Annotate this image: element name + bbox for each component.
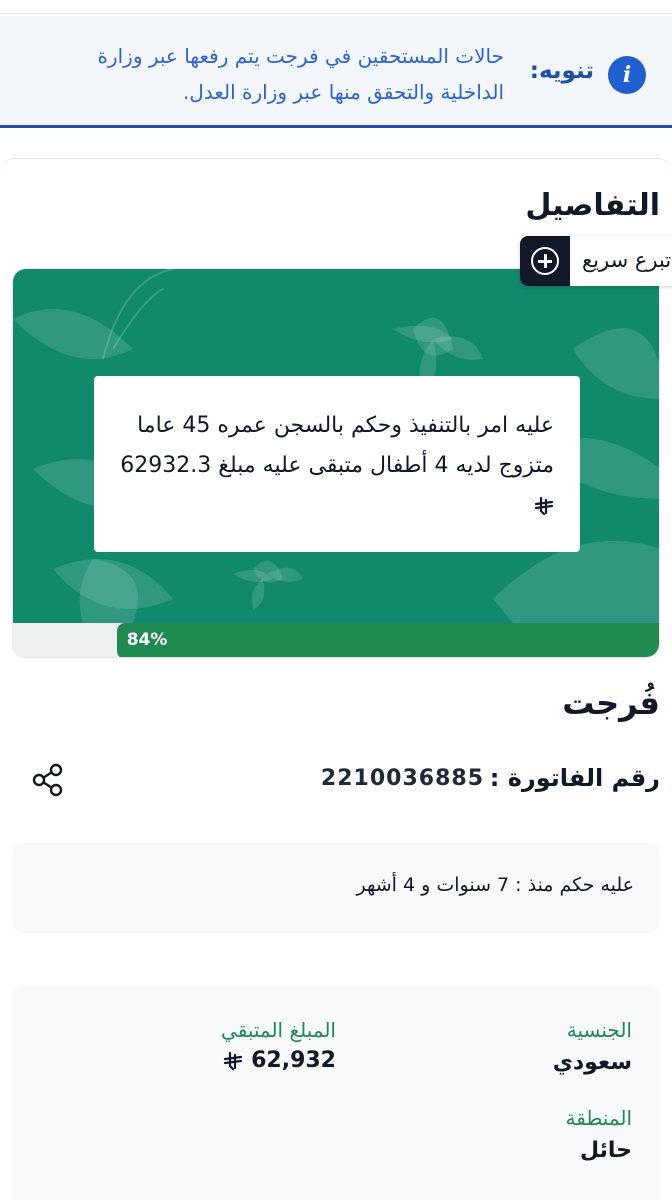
riyal-icon [534, 496, 554, 516]
top-strip [0, 0, 672, 14]
share-icon[interactable] [30, 762, 66, 798]
remaining-amount: 62,932 [223, 1048, 336, 1073]
notice-text: حالات المستحقين في فرجت يتم رفعها عبر وز… [97, 44, 504, 104]
nationality-value: سعودي [552, 1050, 632, 1075]
remaining-amount-label: المبلغ المتبقي [221, 1018, 336, 1042]
region-label: المنطقة [565, 1106, 633, 1130]
plus-circle-icon [520, 236, 570, 286]
nationality-label: الجنسية [566, 1018, 632, 1042]
case-info-box: الجنسية سعودي المنطقة حائل المبلغ المتبق… [12, 986, 660, 1200]
riyal-icon [224, 1051, 243, 1071]
case-hero-card: عليه امر بالتنفيذ وحكم بالسجن عمره 45 عا… [12, 268, 660, 658]
case-summary-box: عليه امر بالتنفيذ وحكم بالسجن عمره 45 عا… [94, 376, 580, 552]
progress-label: 84% [126, 630, 168, 650]
notice-banner: i تنويه: حالات المستحقين في فرجت يتم رفع… [0, 16, 672, 128]
invoice-label: رقم الفاتورة : [489, 764, 660, 792]
progress-bar: 84% [13, 623, 659, 657]
notice-label: تنويه: [529, 58, 594, 84]
section-title: التفاصيل [525, 188, 660, 223]
sentence-duration-box: عليه حكم منذ : 7 سنوات و 4 أشهر [12, 843, 660, 933]
progress-fill: 84% [116, 623, 659, 657]
info-icon: i [608, 56, 646, 94]
region-value: حائل [579, 1138, 632, 1163]
remaining-amount-value: 62,932 [251, 1048, 336, 1073]
quick-donate-button[interactable]: تبرع سريع [520, 236, 672, 286]
sentence-duration-text: عليه حكم منذ : 7 سنوات و 4 أشهر [356, 874, 634, 896]
invoice-number: 2210036885 [320, 766, 484, 791]
case-description: عليه امر بالتنفيذ وحكم بالسجن عمره 45 عا… [114, 406, 554, 526]
organization-name: فُرجت [562, 684, 660, 722]
quick-donate-label: تبرع سريع [582, 248, 672, 272]
